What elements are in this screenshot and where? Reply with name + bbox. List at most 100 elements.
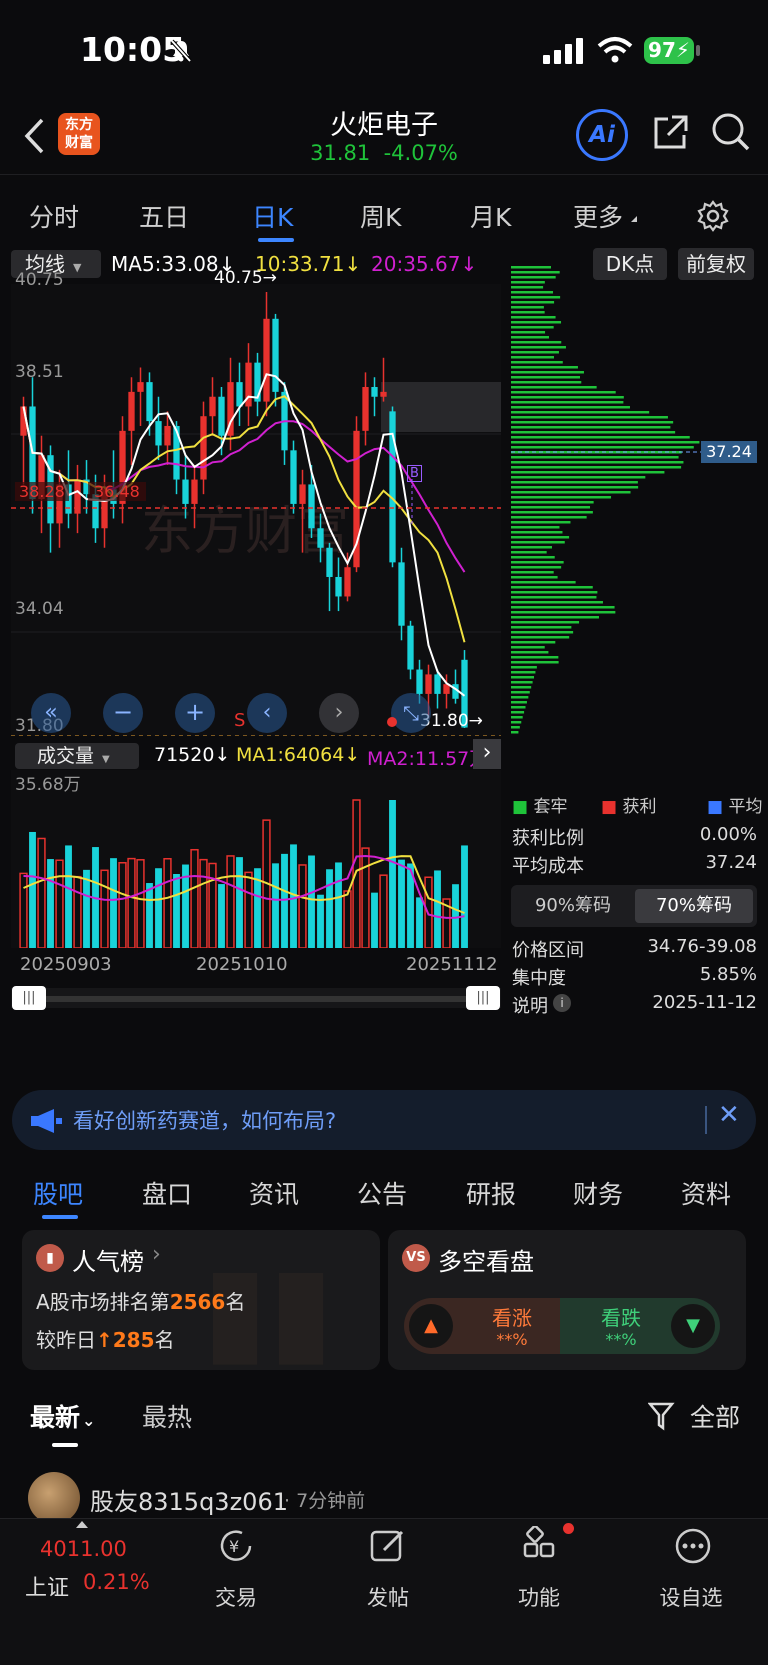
chip-bar: [511, 396, 624, 399]
stock-change: -4.07%: [383, 141, 458, 165]
profit-ratio-label: 获利比例: [512, 828, 584, 849]
search-icon[interactable]: [710, 111, 752, 153]
nav-function[interactable]: 功能: [494, 1582, 584, 1612]
candle: [344, 567, 351, 597]
tab-more[interactable]: 更多: [573, 198, 623, 234]
volume-max-label: 35.68万: [15, 775, 81, 795]
chip-bar: [511, 701, 527, 704]
post-username[interactable]: 股友8315q3z061: [90, 1482, 288, 1517]
tab-monthly-k[interactable]: 月K: [470, 198, 511, 234]
candle: [155, 421, 162, 446]
volume-bar: [272, 863, 279, 948]
chip-bar: [511, 661, 559, 664]
y-label-top: 40.75: [15, 270, 64, 290]
chip-bar: [511, 321, 562, 324]
zoom-out-icon[interactable]: −: [103, 693, 143, 733]
chip-bar: [511, 281, 545, 284]
volume-chart: [11, 770, 501, 948]
tab-finance[interactable]: 财务: [573, 1175, 623, 1211]
watchlist-more-icon[interactable]: [673, 1526, 713, 1566]
fullscreen-icon[interactable]: ⤡: [391, 693, 431, 733]
volume-bar: [146, 883, 153, 948]
price-chart[interactable]: 东方财富: [11, 284, 501, 736]
popularity-card[interactable]: ▮▮ ▮ 人气榜 › A股市场排名第2566名 较昨日↑285名: [22, 1230, 380, 1370]
tab-announcements[interactable]: 公告: [357, 1175, 407, 1211]
tab-orderbook[interactable]: 盘口: [142, 1175, 192, 1211]
share-icon[interactable]: [650, 113, 690, 153]
chip-bar: [511, 471, 665, 474]
trade-yuan-icon[interactable]: ¥: [216, 1526, 256, 1566]
chip-70-button[interactable]: 70%筹码: [635, 889, 753, 923]
ma20-label: 20:35.67↓: [371, 252, 478, 276]
chip-90-button[interactable]: 90%筹码: [517, 889, 629, 923]
chip-bar: [511, 626, 572, 629]
nav-trade[interactable]: 交易: [191, 1582, 281, 1612]
candle: [182, 479, 189, 504]
info-icon[interactable]: i: [553, 994, 571, 1012]
chip-bar: [511, 731, 519, 734]
expand-arrow-icon[interactable]: ›: [473, 739, 501, 769]
close-icon[interactable]: ✕: [718, 1100, 740, 1130]
volume-ma1: MA1:64064↓: [236, 744, 361, 766]
candle: [326, 547, 333, 577]
tab-timeshare[interactable]: 分时: [29, 198, 79, 234]
chip-bar: [511, 676, 535, 679]
index-value[interactable]: 4011.00: [40, 1537, 127, 1561]
date-mid: 20251010: [196, 954, 288, 975]
nav-post[interactable]: 发帖: [343, 1582, 433, 1612]
chip-bar: [511, 541, 565, 544]
function-grid-icon[interactable]: [521, 1526, 561, 1566]
rank-change-line: 较昨日↑285名: [36, 1324, 175, 1353]
candle: [236, 382, 243, 407]
post-edit-icon[interactable]: [368, 1526, 408, 1566]
date-end: 20251112: [406, 954, 498, 975]
feed-tab-latest[interactable]: 最新 ⌄: [30, 1398, 95, 1434]
legend-profit: ■ 获利: [601, 797, 657, 817]
tab-profile[interactable]: 资料: [681, 1175, 731, 1211]
cost-badge: 37.24: [701, 441, 757, 463]
bull-bear-card[interactable]: VS 多空看盘 ▲ 看涨 **% 看跌 **% ▼: [388, 1230, 746, 1370]
index-change[interactable]: 0.21%: [83, 1570, 150, 1594]
feed-tab-hot[interactable]: 最热: [142, 1398, 192, 1434]
chip-bar: [511, 506, 591, 509]
kline-chart-panel: 均线 ▼ MA5:33.08↓ 10:33.71↓ 20:35.67↓ DK点 前…: [0, 248, 768, 1078]
range-handle-left[interactable]: |||: [12, 986, 46, 1010]
fast-back-icon[interactable]: «: [31, 693, 71, 733]
tab-five-day[interactable]: 五日: [139, 198, 189, 234]
chip-bar: [511, 546, 552, 549]
volume-selector[interactable]: 成交量 ▼: [15, 743, 139, 769]
tab-news[interactable]: 资讯: [249, 1175, 299, 1211]
news-banner[interactable]: 看好创新药赛道，如何布局? ✕: [12, 1090, 756, 1150]
range-handle-right[interactable]: |||: [466, 986, 500, 1010]
candle: [263, 318, 270, 402]
filter-icon[interactable]: [648, 1401, 676, 1431]
volume-bar: [65, 845, 72, 948]
tab-weekly-k[interactable]: 周K: [360, 198, 401, 234]
prev-icon[interactable]: ‹: [247, 693, 287, 733]
settings-gear-icon[interactable]: [697, 200, 729, 232]
tab-daily-k[interactable]: 日K: [252, 198, 293, 234]
chip-bar: [511, 716, 523, 719]
s-marker: S: [234, 710, 246, 731]
tab-forum[interactable]: 股吧: [33, 1175, 83, 1211]
wifi-icon: [597, 37, 633, 63]
volume-bar: [452, 884, 459, 948]
chip-bar: [511, 336, 549, 339]
chip-bar: [511, 706, 526, 709]
chip-bar: [511, 306, 544, 309]
index-name[interactable]: 上证: [25, 1570, 69, 1602]
ai-button[interactable]: Ai: [576, 109, 628, 161]
concentration-value: 5.85%: [699, 964, 757, 985]
chip-bar: [511, 436, 690, 439]
candle: [191, 479, 198, 504]
next-icon[interactable]: ›: [319, 693, 359, 733]
nav-add-watchlist[interactable]: 设自选: [646, 1582, 736, 1612]
chip-bar: [511, 431, 676, 434]
y-label-2: 38.51: [15, 362, 64, 382]
avatar[interactable]: [28, 1472, 80, 1524]
zoom-in-icon[interactable]: +: [175, 693, 215, 733]
chip-bar: [511, 486, 639, 489]
chip-bar: [511, 341, 562, 344]
tab-research[interactable]: 研报: [466, 1175, 516, 1211]
feed-filter-label[interactable]: 全部: [690, 1398, 740, 1434]
